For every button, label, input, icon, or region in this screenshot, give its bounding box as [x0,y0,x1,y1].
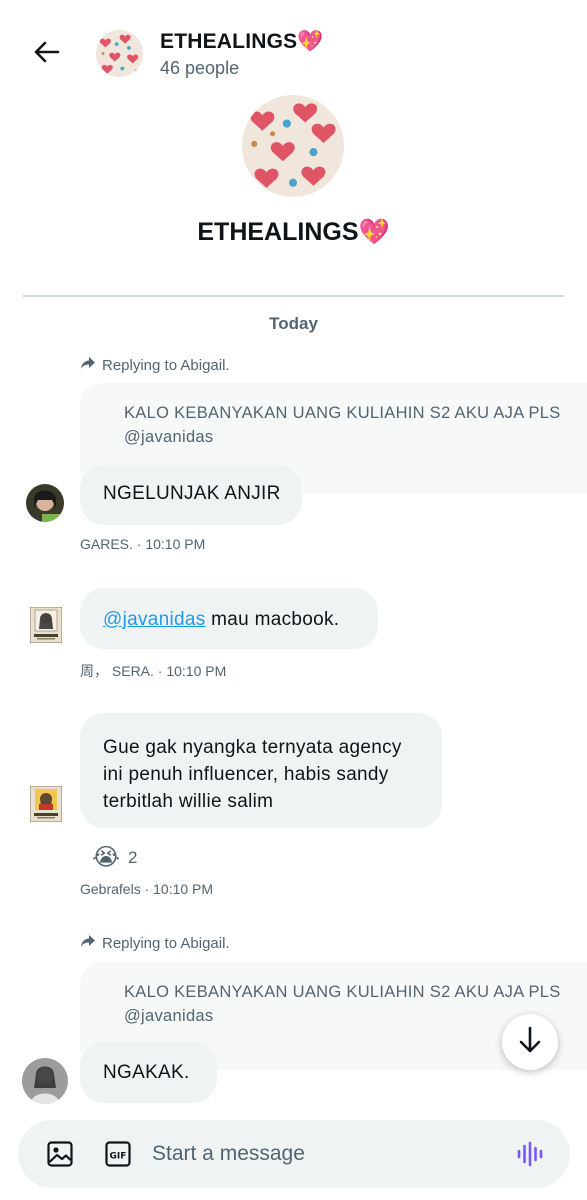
member-count: 46 people [160,58,240,78]
message-bubble[interactable]: NGAKAK. [80,1042,217,1103]
message-bubble[interactable]: @javanidas mau macbook. [80,588,378,649]
conversation-header: ETHEALINGS💖 46 people [0,0,587,92]
svg-text:GIF: GIF [110,1152,127,1162]
reaction-count: 2 [128,847,138,867]
message-bubble[interactable]: Gue gak nyangka ternyata agency ini penu… [80,713,442,828]
image-icon[interactable] [46,1140,74,1168]
message-text: NGAKAK. [103,1062,190,1083]
message-text-line: ini penuh influencer, habis sandy [103,764,389,785]
back-arrow-icon[interactable] [30,36,62,68]
reply-indicator: Replying to Abigail. [80,356,230,374]
quoted-mention: @javanidas [124,428,214,446]
group-avatar[interactable] [96,30,143,77]
avatar[interactable] [30,786,62,822]
message-meta: 周， SERA. · 10:10 PM [80,663,227,679]
reply-arrow-icon [80,356,96,374]
quoted-text: KALO KEBANYAKAN UANG KULIAHIN S2 AKU AJA… [124,983,561,1001]
message-text-line: Gue gak nyangka ternyata agency [103,737,402,758]
conversation-title[interactable]: ETHEALINGS💖 [160,30,324,54]
reply-indicator-label: Replying to Abigail. [102,356,230,374]
message-meta: Gebrafels · 10:10 PM [80,881,214,897]
message-meta: GARES. · 10:10 PM [80,536,206,552]
gif-icon[interactable]: GIF [104,1140,132,1168]
divider [23,295,564,297]
avatar[interactable] [30,607,62,643]
reply-indicator: Replying to Abigail. [80,934,230,952]
reaction-badge[interactable]: 😭 2 [92,843,138,872]
message-bubble[interactable]: NGELUNJAK ANJIR [80,465,302,525]
message-input[interactable]: Start a message [152,1142,305,1166]
avatar[interactable] [22,1058,68,1104]
avatar[interactable] [26,484,64,522]
voice-message-icon[interactable] [516,1140,544,1168]
reaction-emoji: 😭 [92,844,121,871]
reply-indicator-label: Replying to Abigail. [102,934,230,952]
scroll-to-bottom-button[interactable] [502,1014,558,1070]
group-avatar-large[interactable] [242,95,344,197]
message-text: mau macbook. [205,609,340,630]
day-separator: Today [269,314,318,333]
reply-arrow-icon [80,934,96,952]
arrow-down-icon [518,1026,542,1059]
message-text-line: terbitlah willie salim [103,791,274,812]
group-name: ETHEALINGS💖 [197,218,390,246]
quoted-text: KALO KEBANYAKAN UANG KULIAHIN S2 AKU AJA… [124,404,561,422]
message-text: NGELUNJAK ANJIR [103,483,281,504]
mention-link[interactable]: @javanidas [103,609,206,630]
message-composer: GIF Start a message [18,1120,570,1188]
